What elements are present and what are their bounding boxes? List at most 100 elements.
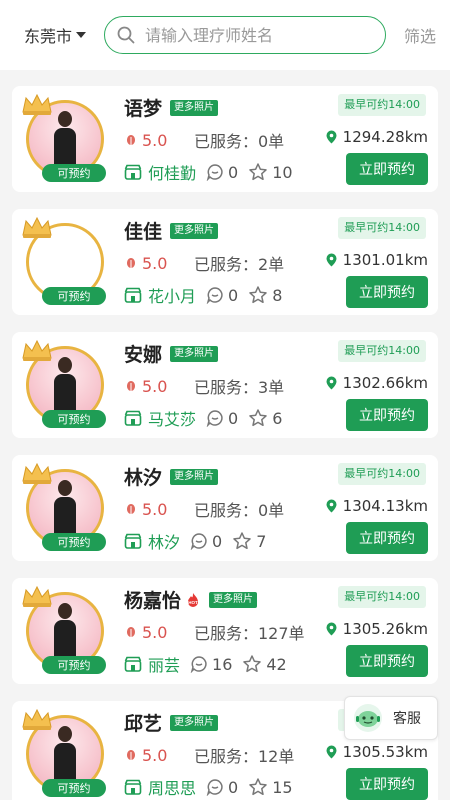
book-now-button[interactable]: 立即预约: [346, 276, 428, 308]
therapist-card[interactable]: 可预约 语梦 更多照片 5.0 已服务：0单 何桂勤 0 10 最早可约14:0…: [12, 86, 438, 192]
book-now-button[interactable]: 立即预约: [346, 768, 428, 800]
rating-row: 5.0 已服务：12单: [124, 743, 294, 767]
therapist-card[interactable]: 可预约 杨嘉怡 HOT 更多照片 5.0 已服务：127单 丽芸 16 42 最…: [12, 578, 438, 684]
distance-value: 1302.66km: [342, 374, 428, 392]
avatar-frame[interactable]: 可预约: [20, 707, 112, 799]
avatar-frame[interactable]: 可预约: [20, 584, 112, 676]
star-icon[interactable]: [232, 531, 252, 551]
distance-value: 1294.28km: [342, 128, 428, 146]
flower-icon: [127, 504, 135, 514]
flower-icon: [127, 750, 135, 760]
earliest-time-badge: 最早可约14:00: [338, 340, 426, 362]
flower-icon: [127, 381, 135, 391]
distance-value: 1305.26km: [342, 620, 428, 638]
rating-row: 5.0 已服务：0单: [124, 128, 284, 152]
favorite-count: 8: [272, 285, 283, 305]
earliest-time-badge: 最早可约14:00: [338, 586, 426, 608]
filter-button[interactable]: 筛选: [404, 23, 436, 47]
avatar-frame[interactable]: 可预约: [20, 215, 112, 307]
shop-row: 丽芸 16 42: [124, 652, 287, 676]
more-photos-tag[interactable]: 更多照片: [170, 345, 219, 362]
available-badge: 可预约: [42, 533, 106, 551]
shop-icon: [124, 779, 142, 795]
crown-icon: [22, 216, 52, 238]
book-now-button[interactable]: 立即预约: [346, 645, 428, 677]
shop-name[interactable]: 何桂勤: [148, 160, 196, 184]
more-photos-tag[interactable]: 更多照片: [170, 222, 219, 239]
comment-icon: [190, 656, 207, 673]
shop-icon: [124, 287, 142, 303]
star-icon[interactable]: [248, 285, 268, 305]
rating-row: 5.0 已服务：2单: [124, 251, 284, 275]
therapist-name: 安娜: [124, 344, 163, 366]
shop-row: 周思思 0 15: [124, 775, 293, 799]
star-icon[interactable]: [248, 777, 268, 797]
comment-icon: [190, 533, 207, 550]
comment-count: 0: [228, 408, 239, 428]
robot-icon: [354, 704, 382, 732]
avatar-frame[interactable]: 可预约: [20, 461, 112, 553]
shop-name[interactable]: 丽芸: [148, 652, 180, 676]
served-count: 已服务：0单: [194, 132, 285, 151]
book-now-button[interactable]: 立即预约: [346, 522, 428, 554]
flower-icon: [127, 135, 135, 145]
shop-icon: [124, 410, 142, 426]
star-icon[interactable]: [248, 408, 268, 428]
therapist-name-row: 邱艺 更多照片: [124, 709, 219, 736]
city-selector[interactable]: 东莞市: [24, 23, 104, 47]
available-badge: 可预约: [42, 287, 106, 305]
shop-name[interactable]: 花小月: [148, 283, 196, 307]
svg-text:HOT: HOT: [188, 600, 198, 605]
rating-value: 5.0: [142, 253, 168, 273]
search-box[interactable]: [104, 16, 386, 54]
city-label: 东莞市: [24, 27, 73, 46]
rating-value: 5.0: [142, 130, 168, 150]
customer-service-button[interactable]: 客服: [344, 696, 438, 740]
crown-icon: [22, 708, 52, 730]
more-photos-tag[interactable]: 更多照片: [170, 468, 219, 485]
star-icon[interactable]: [242, 654, 262, 674]
therapist-name: 杨嘉怡: [124, 590, 182, 612]
shop-icon: [124, 533, 142, 549]
earliest-time-badge: 最早可约14:00: [338, 463, 426, 485]
therapist-photo: [54, 357, 76, 414]
distance-value: 1304.13km: [342, 497, 428, 515]
therapist-photo: [54, 603, 76, 660]
favorite-count: 6: [272, 408, 283, 428]
distance-value: 1305.53km: [342, 743, 428, 761]
rating-value: 5.0: [142, 376, 168, 396]
star-icon[interactable]: [248, 162, 268, 182]
location-pin-icon: [326, 499, 337, 513]
therapist-card[interactable]: 可预约 安娜 更多照片 5.0 已服务：3单 马艾莎 0 6 最早可约14:00…: [12, 332, 438, 438]
location-pin-icon: [326, 745, 337, 759]
rating-row: 5.0 已服务：127单: [124, 620, 305, 644]
comment-icon: [206, 164, 223, 181]
therapist-name: 语梦: [124, 98, 163, 120]
therapist-card[interactable]: 可预约 林汐 更多照片 5.0 已服务：0单 林汐 0 7 最早可约14:00 …: [12, 455, 438, 561]
crown-icon: [22, 462, 52, 484]
available-badge: 可预约: [42, 410, 106, 428]
comment-icon: [206, 779, 223, 796]
therapist-name: 林汐: [124, 467, 163, 489]
earliest-time-badge: 最早可约14:00: [338, 94, 426, 116]
served-count: 已服务：3单: [194, 378, 285, 397]
therapist-name-row: 佳佳 更多照片: [124, 217, 219, 244]
shop-name[interactable]: 林汐: [148, 529, 180, 553]
search-input[interactable]: [145, 25, 365, 45]
more-photos-tag[interactable]: 更多照片: [209, 591, 258, 608]
more-photos-tag[interactable]: 更多照片: [170, 99, 219, 116]
shop-name[interactable]: 马艾莎: [148, 406, 196, 430]
book-now-button[interactable]: 立即预约: [346, 153, 428, 185]
therapist-name: 佳佳: [124, 221, 163, 243]
avatar-frame[interactable]: 可预约: [20, 92, 112, 184]
therapist-card[interactable]: 可预约 佳佳 更多照片 5.0 已服务：2单 花小月 0 8 最早可约14:00…: [12, 209, 438, 315]
more-photos-tag[interactable]: 更多照片: [170, 714, 219, 731]
avatar-frame[interactable]: 可预约: [20, 338, 112, 430]
book-now-button[interactable]: 立即预约: [346, 399, 428, 431]
location-pin-icon: [326, 130, 337, 144]
rating-row: 5.0 已服务：0单: [124, 497, 284, 521]
crown-icon: [22, 339, 52, 361]
therapist-photo: [54, 480, 76, 537]
shop-name[interactable]: 周思思: [148, 775, 196, 799]
favorite-count: 15: [272, 777, 293, 797]
